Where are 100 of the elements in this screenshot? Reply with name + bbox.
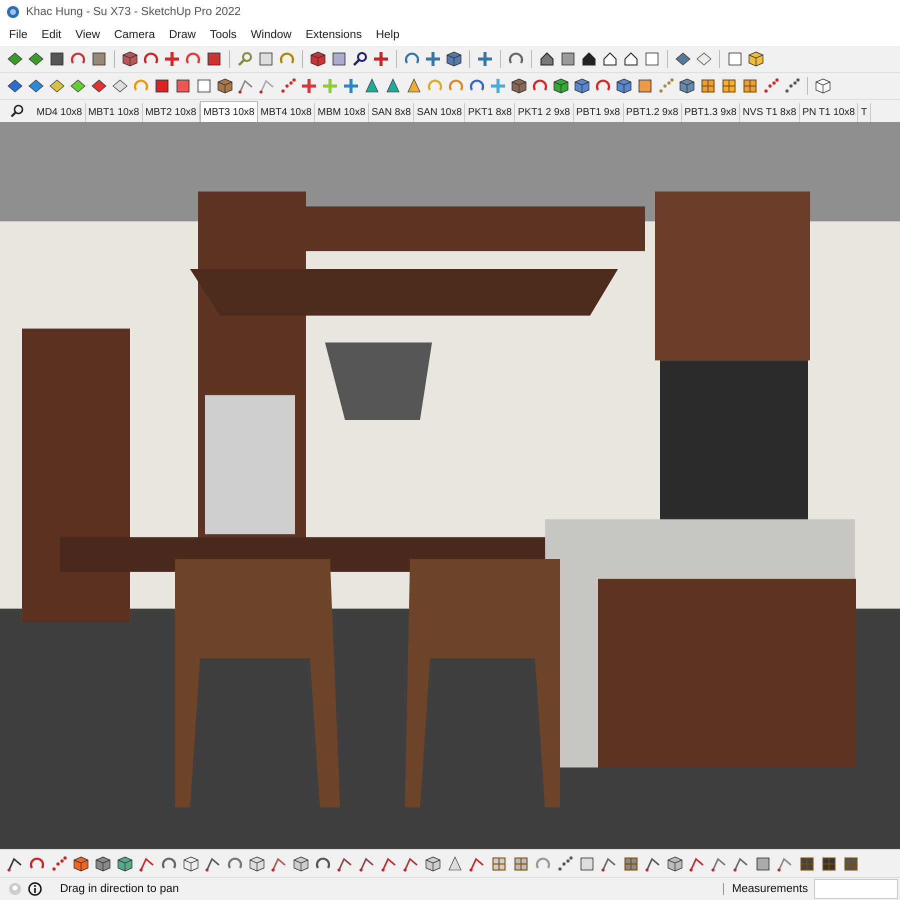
line-tool-icon[interactable] (644, 854, 662, 872)
scene-tab[interactable]: MBT1 10x8 (86, 103, 143, 122)
box-icon[interactable] (814, 77, 832, 95)
dots-icon[interactable] (783, 77, 801, 95)
diamond-icon[interactable] (69, 77, 87, 95)
scene-tab[interactable]: MBM 10x8 (315, 103, 369, 122)
scene-tab[interactable]: T (858, 103, 871, 122)
scene-tab[interactable]: MBT3 10x8 (200, 101, 258, 122)
square-icon[interactable] (726, 50, 744, 68)
box-icon[interactable] (216, 77, 234, 95)
cone-icon[interactable] (384, 77, 402, 95)
cone-icon[interactable] (405, 77, 423, 95)
box-icon[interactable] (615, 77, 633, 95)
square-icon[interactable] (330, 50, 348, 68)
box-icon[interactable] (116, 854, 134, 872)
diamond-icon[interactable] (48, 77, 66, 95)
square-icon[interactable] (48, 50, 66, 68)
info-icon[interactable] (28, 882, 42, 896)
scene-tab[interactable]: MBT4 10x8 (258, 103, 316, 122)
measurements-field[interactable] (814, 879, 898, 899)
line-tool-icon[interactable] (732, 854, 750, 872)
box-icon[interactable] (248, 854, 266, 872)
square-icon[interactable] (257, 50, 275, 68)
line-tool-icon[interactable] (402, 854, 420, 872)
square-icon[interactable] (153, 77, 171, 95)
grid-icon[interactable] (512, 854, 530, 872)
square-icon[interactable] (636, 77, 654, 95)
box-icon[interactable] (72, 854, 90, 872)
cone-icon[interactable] (363, 77, 381, 95)
box-icon[interactable] (94, 854, 112, 872)
line-tool-icon[interactable] (138, 854, 156, 872)
diamond-icon[interactable] (27, 77, 45, 95)
menu-item[interactable]: Edit (34, 29, 68, 41)
grid-icon[interactable] (820, 854, 838, 872)
house-icon[interactable] (538, 50, 556, 68)
cone-icon[interactable] (446, 854, 464, 872)
box-icon[interactable] (292, 854, 310, 872)
dots-icon[interactable] (279, 77, 297, 95)
square-icon[interactable] (643, 50, 661, 68)
menu-item[interactable]: View (68, 29, 108, 41)
square-icon[interactable] (90, 50, 108, 68)
box-icon[interactable] (182, 854, 200, 872)
house-icon[interactable] (580, 50, 598, 68)
line-tool-icon[interactable] (358, 854, 376, 872)
diamond-icon[interactable] (90, 77, 108, 95)
box-icon[interactable] (678, 77, 696, 95)
menu-item[interactable]: Window (244, 29, 299, 41)
box-icon[interactable] (309, 50, 327, 68)
line-tool-icon[interactable] (468, 854, 486, 872)
menu-item[interactable]: Help (368, 29, 407, 41)
scene-tab[interactable]: SAN 10x8 (414, 103, 466, 122)
box-icon[interactable] (552, 77, 570, 95)
box-icon[interactable] (573, 77, 591, 95)
square-icon[interactable] (195, 77, 213, 95)
line-tool-icon[interactable] (336, 854, 354, 872)
menu-item[interactable]: Camera (107, 29, 162, 41)
box-icon[interactable] (510, 77, 528, 95)
line-tool-icon[interactable] (204, 854, 222, 872)
square-icon[interactable] (578, 854, 596, 872)
square-icon[interactable] (174, 77, 192, 95)
line-tool-icon[interactable] (6, 854, 24, 872)
menu-item[interactable]: File (2, 29, 35, 41)
grid-icon[interactable] (842, 854, 860, 872)
square-icon[interactable] (754, 854, 772, 872)
menu-item[interactable]: Tools (202, 29, 244, 41)
diamond-icon[interactable] (695, 50, 713, 68)
line-tool-icon[interactable] (380, 854, 398, 872)
grid-icon[interactable] (720, 77, 738, 95)
grid-icon[interactable] (699, 77, 717, 95)
grid-icon[interactable] (741, 77, 759, 95)
scene-tab[interactable]: PBT1.2 9x8 (624, 103, 682, 122)
scene-tab[interactable]: MD4 10x8 (34, 103, 86, 122)
diamond-icon[interactable] (674, 50, 692, 68)
search-icon[interactable] (10, 104, 24, 118)
grid-icon[interactable] (490, 854, 508, 872)
square-icon[interactable] (559, 50, 577, 68)
grid-icon[interactable] (622, 854, 640, 872)
house-icon[interactable] (601, 50, 619, 68)
box-icon[interactable] (121, 50, 139, 68)
dots-icon[interactable] (657, 77, 675, 95)
line-tool-icon[interactable] (688, 854, 706, 872)
box-icon[interactable] (747, 50, 765, 68)
diamond-icon[interactable] (27, 50, 45, 68)
dots-icon[interactable] (556, 854, 574, 872)
box-icon[interactable] (445, 50, 463, 68)
scene-tab[interactable]: NVS T1 8x8 (740, 103, 800, 122)
scene-tab[interactable]: PBT1 9x8 (574, 103, 624, 122)
diamond-icon[interactable] (111, 77, 129, 95)
grid-icon[interactable] (798, 854, 816, 872)
box-icon[interactable] (666, 854, 684, 872)
dots-icon[interactable] (762, 77, 780, 95)
box-icon[interactable] (424, 854, 442, 872)
magnifier-icon[interactable] (351, 50, 369, 68)
line-tool-icon[interactable] (600, 854, 618, 872)
diamond-icon[interactable] (6, 50, 24, 68)
diamond-icon[interactable] (6, 77, 24, 95)
dots-icon[interactable] (50, 854, 68, 872)
house-icon[interactable] (622, 50, 640, 68)
menu-item[interactable]: Extensions (298, 29, 369, 41)
square-icon[interactable] (205, 50, 223, 68)
